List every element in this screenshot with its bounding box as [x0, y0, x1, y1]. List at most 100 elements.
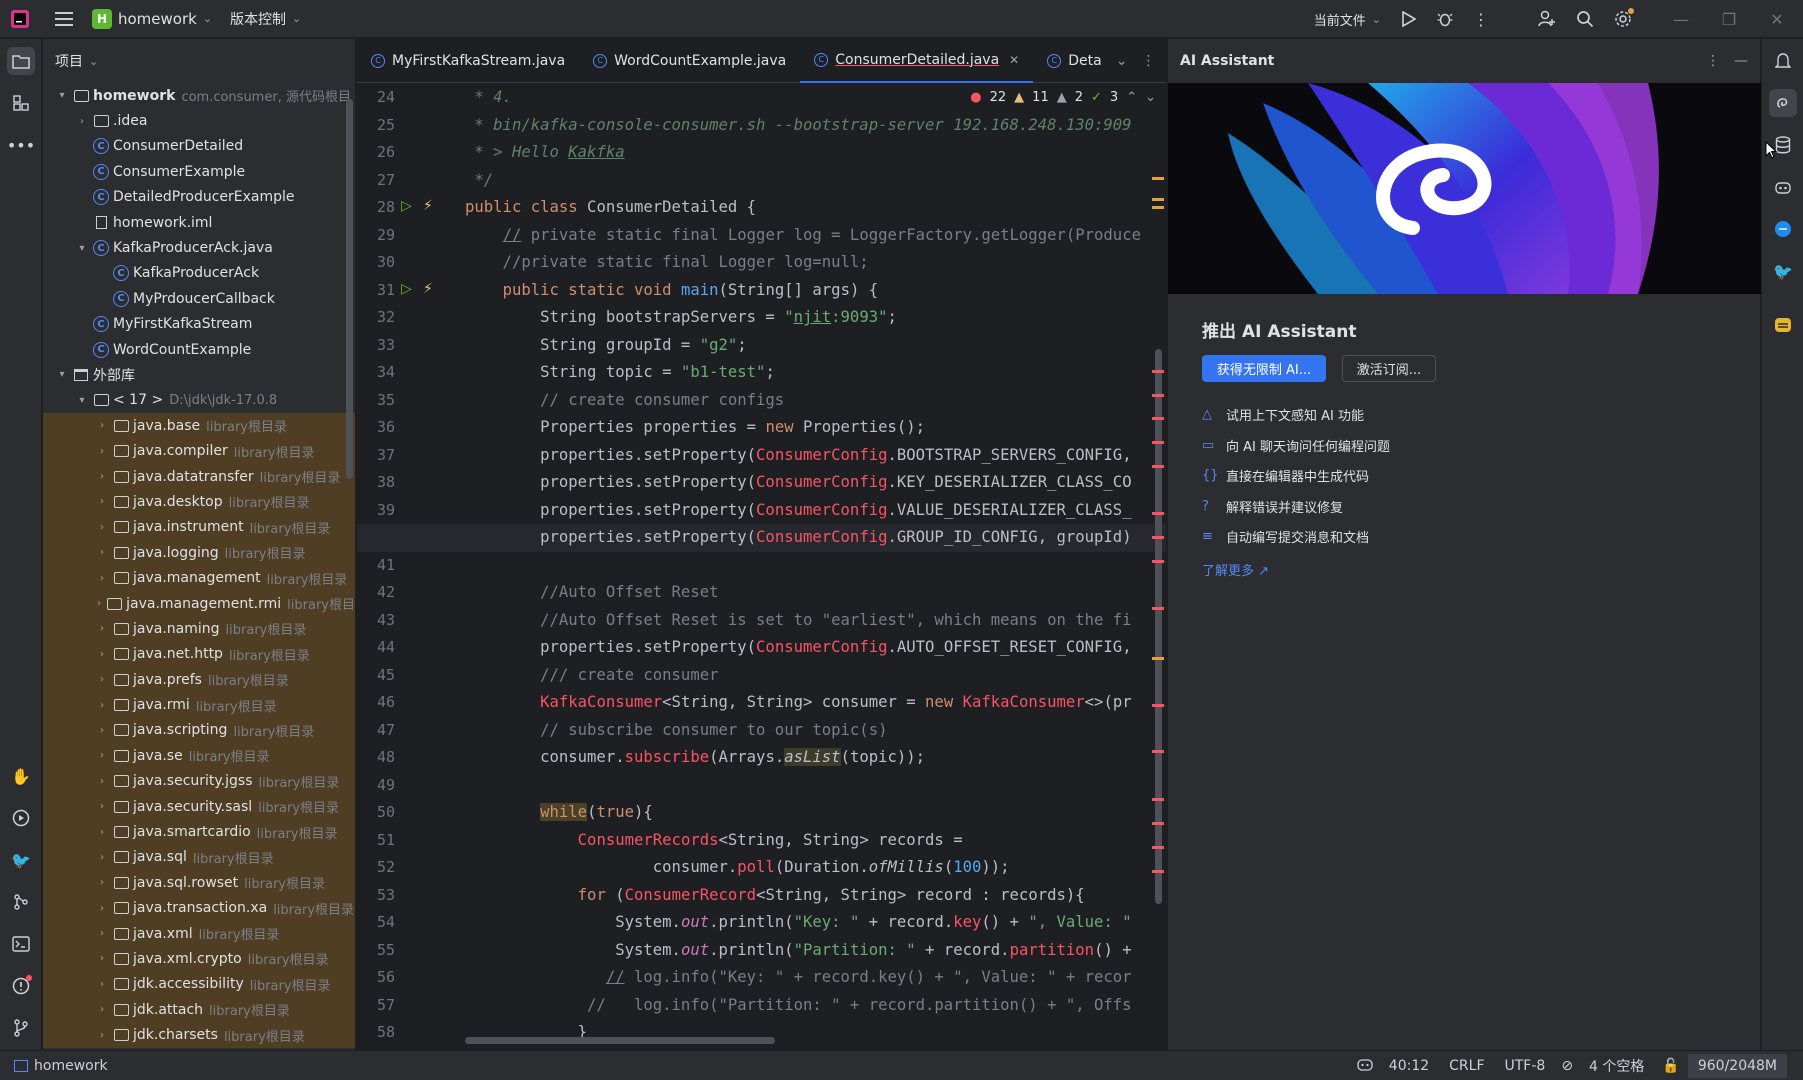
- activate-subscription-button[interactable]: 激活订阅...: [1342, 355, 1436, 382]
- error-stripe-mark[interactable]: [1152, 560, 1164, 563]
- debug-gutter-icon[interactable]: ⚡: [423, 281, 433, 297]
- ai-assistant-icon[interactable]: [1769, 89, 1797, 117]
- code-line[interactable]: for (ConsumerRecord<String, String> reco…: [465, 882, 1085, 910]
- chevron-right-icon[interactable]: ›: [95, 776, 109, 787]
- code-line[interactable]: properties.setProperty(ConsumerConfig.BO…: [465, 442, 1132, 470]
- line-number[interactable]: 27: [357, 171, 395, 189]
- code-line[interactable]: properties.setProperty(ConsumerConfig.GR…: [465, 524, 1132, 552]
- error-stripe-mark[interactable]: [1152, 846, 1164, 849]
- editor-tab[interactable]: C Deta: [1033, 39, 1115, 83]
- code-line[interactable]: consumer.subscribe(Arrays.asList(topic))…: [465, 744, 925, 772]
- tree-item[interactable]: › java.management library根目录: [43, 565, 355, 591]
- line-number[interactable]: 25: [357, 116, 395, 134]
- error-stripe-mark[interactable]: [1152, 394, 1164, 397]
- line-number[interactable]: 54: [357, 913, 395, 931]
- editor-tab[interactable]: C WordCountExample.java: [579, 39, 800, 83]
- tree-item[interactable]: › .idea: [43, 108, 355, 133]
- code-editor[interactable]: ● 22 ▲ 11 ▲ 2 ✓ 3 ⌃ ⌄ 24 25 26 27 28 ▷ ⚡ 29 30 31 ▷ ⚡ 32…: [357, 84, 1166, 1050]
- chevron-right-icon[interactable]: ›: [95, 547, 109, 558]
- tree-item[interactable]: › java.rmi library根目录: [43, 692, 355, 718]
- tree-item[interactable]: ▾ 外部库: [43, 362, 355, 387]
- line-number[interactable]: 41: [357, 556, 395, 574]
- code-line[interactable]: String bootstrapServers = "njit:9093";: [465, 304, 897, 332]
- tree-item[interactable]: › jdk.attach library根目录: [43, 997, 355, 1023]
- debug-gutter-icon[interactable]: ⚡: [423, 198, 433, 214]
- code-line[interactable]: //Auto Offset Reset: [465, 579, 718, 607]
- readonly-lock-icon[interactable]: 🔓: [1662, 1058, 1679, 1074]
- line-number[interactable]: 46: [357, 693, 395, 711]
- notifications-bell-icon[interactable]: [1769, 47, 1797, 75]
- editor-tab[interactable]: C ConsumerDetailed.java ✕: [800, 39, 1034, 83]
- code-line[interactable]: Properties properties = new Properties()…: [465, 414, 925, 442]
- add-user-icon[interactable]: [1533, 5, 1561, 33]
- no-inspection-icon[interactable]: ⊘: [1561, 1058, 1573, 1074]
- tree-item[interactable]: C KafkaProducerAck: [43, 261, 355, 286]
- project-selector[interactable]: H homework ⌄: [92, 8, 212, 29]
- inspection-widget[interactable]: ● 22 ▲ 11 ▲ 2 ✓ 3 ⌃ ⌄: [970, 86, 1156, 108]
- error-stripe-mark[interactable]: [1152, 370, 1164, 373]
- plugin-bird-icon[interactable]: 🐦: [7, 846, 35, 874]
- gradle-icon[interactable]: ✋: [7, 762, 35, 790]
- chevron-right-icon[interactable]: ›: [95, 903, 109, 914]
- error-stripe-mark[interactable]: [1152, 870, 1164, 873]
- chevron-right-icon[interactable]: ›: [95, 598, 103, 609]
- chevron-right-icon[interactable]: ›: [95, 877, 109, 888]
- error-stripe-mark[interactable]: [1152, 206, 1164, 209]
- chevron-right-icon[interactable]: ›: [95, 623, 109, 634]
- line-number[interactable]: 53: [357, 886, 395, 904]
- tree-item[interactable]: › jdk.charsets library根目录: [43, 1022, 355, 1048]
- close-window-icon[interactable]: ✕: [1763, 5, 1791, 33]
- tree-item[interactable]: › java.management.rmi library根目: [43, 590, 355, 617]
- line-number[interactable]: 39: [357, 501, 395, 519]
- code-line[interactable]: System.out.println("Key: " + record.key(…: [465, 909, 1131, 937]
- error-stripe-mark[interactable]: [1152, 177, 1164, 180]
- indent-setting[interactable]: 4 个空格: [1589, 1056, 1644, 1076]
- tree-item[interactable]: › java.logging library根目录: [43, 540, 355, 566]
- main-menu-icon[interactable]: [50, 5, 78, 33]
- line-number[interactable]: 38: [357, 473, 395, 491]
- chevron-right-icon[interactable]: ›: [95, 446, 109, 457]
- chevron-right-icon[interactable]: ›: [95, 953, 109, 964]
- vcs-menu[interactable]: 版本控制 ⌄: [230, 9, 301, 29]
- memory-indicator[interactable]: 960/2048M: [1687, 1053, 1787, 1078]
- tree-item[interactable]: › java.security.jgss library根目录: [43, 768, 355, 794]
- code-line[interactable]: KafkaConsumer<String, String> consumer =…: [465, 689, 1132, 717]
- tree-item[interactable]: C ConsumerExample: [43, 159, 355, 184]
- tree-item[interactable]: › java.xml library根目录: [43, 920, 355, 947]
- chevron-right-icon[interactable]: ›: [95, 420, 109, 431]
- tree-item[interactable]: ▾ homework com.consumer, 源代码根目: [43, 83, 355, 108]
- more-tools-icon[interactable]: •••: [7, 131, 35, 159]
- settings-gear-icon[interactable]: [1609, 5, 1637, 33]
- chat-bubble-icon[interactable]: [1769, 215, 1797, 243]
- line-number[interactable]: 36: [357, 418, 395, 436]
- tree-item[interactable]: › java.smartcardio library根目录: [43, 819, 355, 845]
- services-icon[interactable]: [7, 804, 35, 832]
- code-line[interactable]: // log.info("Partition: " + record.parti…: [465, 992, 1132, 1020]
- tree-item[interactable]: › java.compiler library根目录: [43, 438, 355, 464]
- tree-item[interactable]: › java.xml.crypto library根目录: [43, 946, 355, 972]
- code-line[interactable]: //Auto Offset Reset is set to "earliest"…: [465, 607, 1131, 635]
- error-stripe-mark[interactable]: [1152, 198, 1164, 201]
- line-number[interactable]: 24: [357, 88, 395, 106]
- line-number[interactable]: 37: [357, 446, 395, 464]
- code-line[interactable]: * > Hello Kakfka: [465, 139, 624, 167]
- code-line[interactable]: // log.info("Key: " + record.key() + ", …: [465, 964, 1132, 992]
- tree-item[interactable]: › java.instrument library根目录: [43, 514, 355, 541]
- project-folder-icon[interactable]: [7, 47, 35, 75]
- next-highlight-icon[interactable]: ⌄: [1145, 90, 1156, 105]
- tree-item[interactable]: › java.sql.rowset library根目录: [43, 870, 355, 896]
- tabs-dropdown-icon[interactable]: ⌄: [1116, 53, 1128, 69]
- chevron-right-icon[interactable]: ›: [95, 674, 109, 685]
- chevron-right-icon[interactable]: ›: [95, 928, 109, 939]
- debug-icon[interactable]: [1431, 5, 1459, 33]
- code-line[interactable]: */: [465, 167, 493, 195]
- line-number[interactable]: 58: [357, 1023, 395, 1041]
- ai-hide-icon[interactable]: —: [1734, 53, 1748, 69]
- project-scrollbar[interactable]: [346, 99, 353, 479]
- more-actions-icon[interactable]: ⋮: [1467, 5, 1495, 33]
- error-stripe-mark[interactable]: [1152, 822, 1164, 825]
- chevron-right-icon[interactable]: ›: [95, 496, 109, 507]
- plugin-bird-icon[interactable]: 🐦: [1769, 257, 1797, 285]
- search-icon[interactable]: [1571, 5, 1599, 33]
- editor-tab[interactable]: C MyFirstKafkaStream.java: [357, 39, 579, 83]
